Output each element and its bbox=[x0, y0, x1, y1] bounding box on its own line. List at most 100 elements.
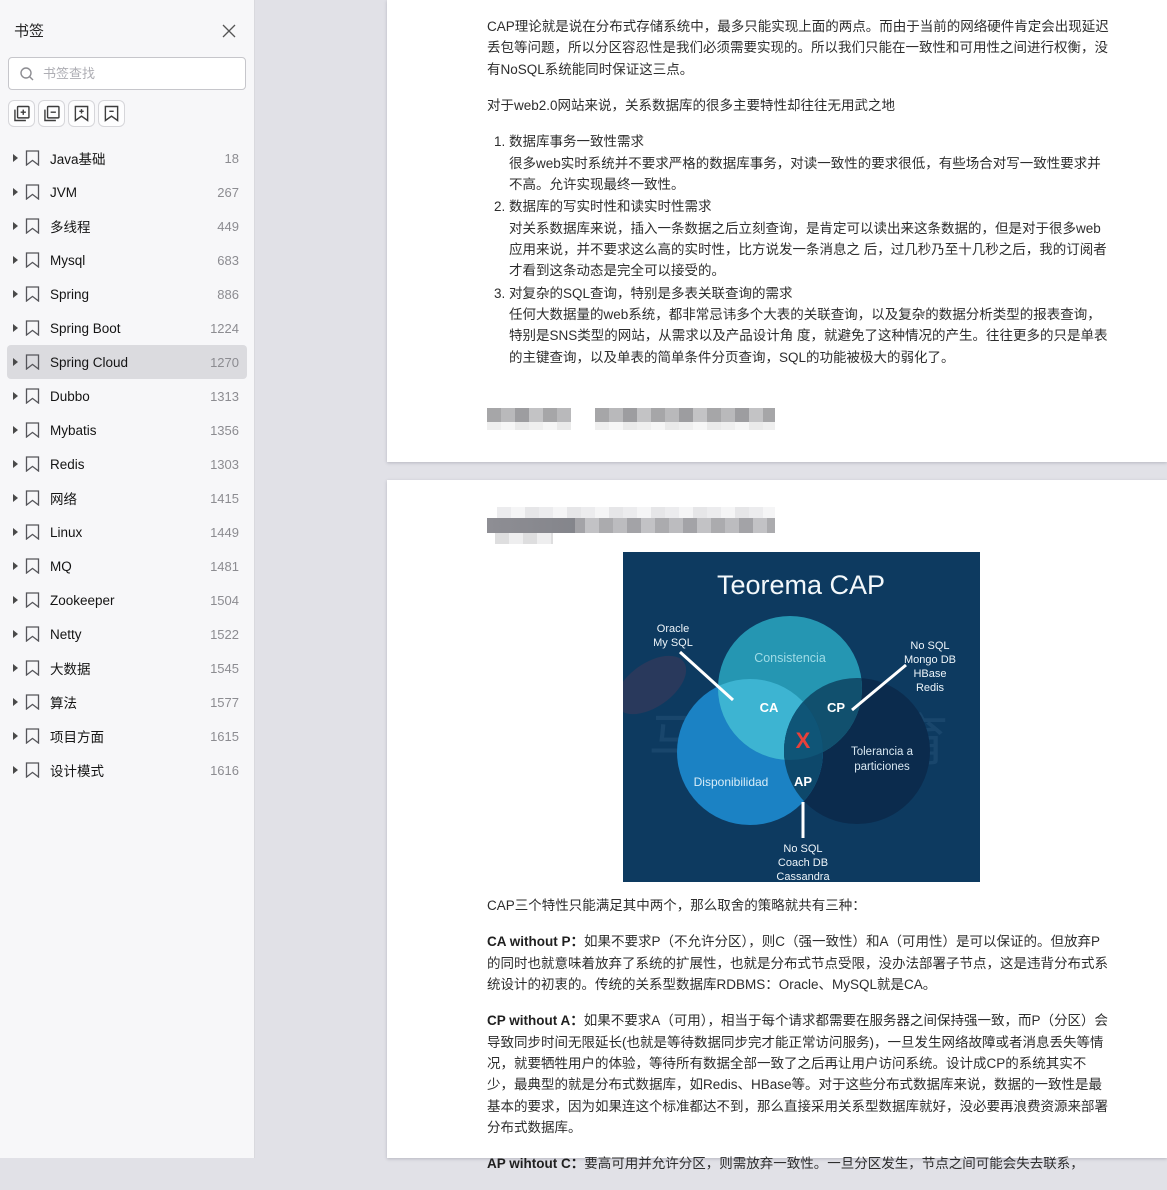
bookmark-flag-icon bbox=[25, 286, 40, 302]
bookmark-item[interactable]: Spring 886 bbox=[7, 277, 247, 311]
bookmark-page-number: 1356 bbox=[210, 423, 239, 438]
bookmark-flag-icon bbox=[25, 524, 40, 540]
bookmark-label: Java基础 bbox=[50, 148, 106, 168]
bookmark-label: Spring Cloud bbox=[50, 355, 128, 370]
bookmark-item[interactable]: MQ 1481 bbox=[7, 549, 247, 583]
bookmark-item[interactable]: Mybatis 1356 bbox=[7, 413, 247, 447]
bookmark-flag-icon bbox=[25, 626, 40, 642]
pdf-page-2: 马士兵教育 www.mashibing.com Teorema bbox=[387, 480, 1167, 1158]
bookmark-flag-icon bbox=[25, 558, 40, 574]
bookmark-page-number: 1449 bbox=[210, 525, 239, 540]
bookmark-label: Spring bbox=[50, 287, 89, 302]
expand-arrow-icon[interactable] bbox=[13, 528, 18, 536]
lead-ap-without-c: AP wihtout C： bbox=[487, 1156, 584, 1171]
expand-arrow-icon[interactable] bbox=[13, 664, 18, 672]
bookmark-label: Mysql bbox=[50, 253, 85, 268]
list-item-title: 对复杂的SQL查询，特别是多表关联查询的需求 bbox=[509, 283, 1109, 304]
redacted-text bbox=[487, 507, 775, 544]
bookmark-page-number: 1481 bbox=[210, 559, 239, 574]
bookmark-item[interactable]: 设计模式 1616 bbox=[7, 753, 247, 787]
list-item: 对复杂的SQL查询，特别是多表关联查询的需求 任何大数据量的web系统，都非常忌… bbox=[509, 283, 1109, 368]
cap-venn-image: 马士兵教育 www.mashibing.com Teorema bbox=[623, 552, 980, 882]
bookmark-label: 网络 bbox=[50, 488, 77, 508]
note-bottom-3: Cassandra bbox=[776, 871, 830, 882]
expand-arrow-icon[interactable] bbox=[13, 596, 18, 604]
expand-arrow-icon[interactable] bbox=[13, 494, 18, 502]
bookmark-flag-icon bbox=[25, 762, 40, 778]
expand-arrow-icon[interactable] bbox=[13, 188, 18, 196]
expand-arrow-icon[interactable] bbox=[13, 392, 18, 400]
bookmark-item[interactable]: Redis 1303 bbox=[7, 447, 247, 481]
bookmark-page-number: 267 bbox=[217, 185, 239, 200]
bookmark-flag-icon bbox=[25, 694, 40, 710]
bookmark-item[interactable]: Mysql 683 bbox=[7, 243, 247, 277]
bookmark-item[interactable]: 大数据 1545 bbox=[7, 651, 247, 685]
bookmark-search-box[interactable] bbox=[8, 57, 246, 90]
bookmark-label: Spring Boot bbox=[50, 321, 121, 336]
venn-title: Teorema CAP bbox=[717, 570, 885, 600]
expand-arrow-icon[interactable] bbox=[13, 630, 18, 638]
bookmarks-panel: 书签 bbox=[0, 0, 255, 1158]
bookmarks-header: 书签 bbox=[0, 0, 254, 53]
note-nosql-1: No SQL bbox=[910, 640, 949, 652]
note-oracle-1: Oracle bbox=[657, 623, 689, 635]
bookmark-item[interactable]: Linux 1449 bbox=[7, 515, 247, 549]
bookmark-item[interactable]: Spring Cloud 1270 bbox=[7, 345, 247, 379]
bookmark-flag-icon bbox=[25, 354, 40, 370]
expand-arrow-icon[interactable] bbox=[13, 460, 18, 468]
close-icon[interactable] bbox=[220, 22, 238, 40]
document-viewer[interactable]: CAP理论就是说在分布式存储系统中，最多只能实现上面的两点。而由于当前的网络硬件… bbox=[256, 0, 1167, 1158]
expand-arrow-icon[interactable] bbox=[13, 562, 18, 570]
list-item-title: 数据库的写实时性和读实时性需求 bbox=[509, 196, 1109, 217]
note-oracle-2: My SQL bbox=[653, 637, 693, 649]
bookmark-item[interactable]: 多线程 449 bbox=[7, 209, 247, 243]
bookmark-flag-icon bbox=[25, 728, 40, 744]
bookmark-item[interactable]: Java基础 18 bbox=[7, 141, 247, 175]
remove-bookmark-button[interactable] bbox=[98, 100, 125, 127]
list-item-title: 数据库事务一致性需求 bbox=[509, 131, 1109, 152]
bookmark-label: Zookeeper bbox=[50, 593, 115, 608]
bookmark-item[interactable]: Zookeeper 1504 bbox=[7, 583, 247, 617]
bookmark-page-number: 1616 bbox=[210, 763, 239, 778]
bookmark-item[interactable]: 网络 1415 bbox=[7, 481, 247, 515]
bookmark-flag-icon bbox=[25, 184, 40, 200]
expand-arrow-icon[interactable] bbox=[13, 324, 18, 332]
bookmark-list: Java基础 18 JVM 267 多线程 449 bbox=[0, 141, 254, 787]
bookmark-item[interactable]: JVM 267 bbox=[7, 175, 247, 209]
bookmark-page-number: 1577 bbox=[210, 695, 239, 710]
label-tolerancia-2: particiones bbox=[854, 761, 910, 773]
bookmark-item[interactable]: Spring Boot 1224 bbox=[7, 311, 247, 345]
bookmark-item[interactable]: 算法 1577 bbox=[7, 685, 247, 719]
expand-arrow-icon[interactable] bbox=[13, 426, 18, 434]
note-bottom-1: No SQL bbox=[783, 843, 822, 855]
bookmark-page-number: 1303 bbox=[210, 457, 239, 472]
bookmark-label: Mybatis bbox=[50, 423, 97, 438]
search-input[interactable] bbox=[43, 66, 235, 81]
bookmark-flag-icon bbox=[25, 388, 40, 404]
bookmark-page-number: 1545 bbox=[210, 661, 239, 676]
expand-arrow-icon[interactable] bbox=[13, 256, 18, 264]
collapse-all-button[interactable] bbox=[38, 100, 65, 127]
expand-arrow-icon[interactable] bbox=[13, 154, 18, 162]
label-x: X bbox=[796, 728, 811, 753]
paragraph-cap-choices: CAP三个特性只能满足其中两个，那么取舍的策略就共有三种： bbox=[487, 895, 1109, 916]
expand-all-button[interactable] bbox=[8, 100, 35, 127]
expand-arrow-icon[interactable] bbox=[13, 766, 18, 774]
list-item: 数据库的写实时性和读实时性需求 对关系数据库来说，插入一条数据之后立刻查询，是肯… bbox=[509, 196, 1109, 281]
label-consistencia: Consistencia bbox=[754, 651, 826, 665]
expand-arrow-icon[interactable] bbox=[13, 290, 18, 298]
bookmark-item[interactable]: 项目方面 1615 bbox=[7, 719, 247, 753]
expand-arrow-icon[interactable] bbox=[13, 222, 18, 230]
add-bookmark-button[interactable] bbox=[68, 100, 95, 127]
redacted-text bbox=[487, 408, 775, 430]
label-cp: CP bbox=[827, 700, 845, 715]
expand-arrow-icon[interactable] bbox=[13, 698, 18, 706]
lead-cp-without-a: CP without A： bbox=[487, 1013, 584, 1028]
expand-arrow-icon[interactable] bbox=[13, 358, 18, 366]
bookmark-item[interactable]: Dubbo 1313 bbox=[7, 379, 247, 413]
paragraph-cp-without-a: CP without A：如果不要求A（可用），相当于每个请求都需要在服务器之间… bbox=[487, 1010, 1109, 1138]
bookmark-flag-icon bbox=[25, 218, 40, 234]
bookmark-item[interactable]: Netty 1522 bbox=[7, 617, 247, 651]
expand-arrow-icon[interactable] bbox=[13, 732, 18, 740]
paragraph-cap-theory: CAP理论就是说在分布式存储系统中，最多只能实现上面的两点。而由于当前的网络硬件… bbox=[487, 16, 1109, 80]
